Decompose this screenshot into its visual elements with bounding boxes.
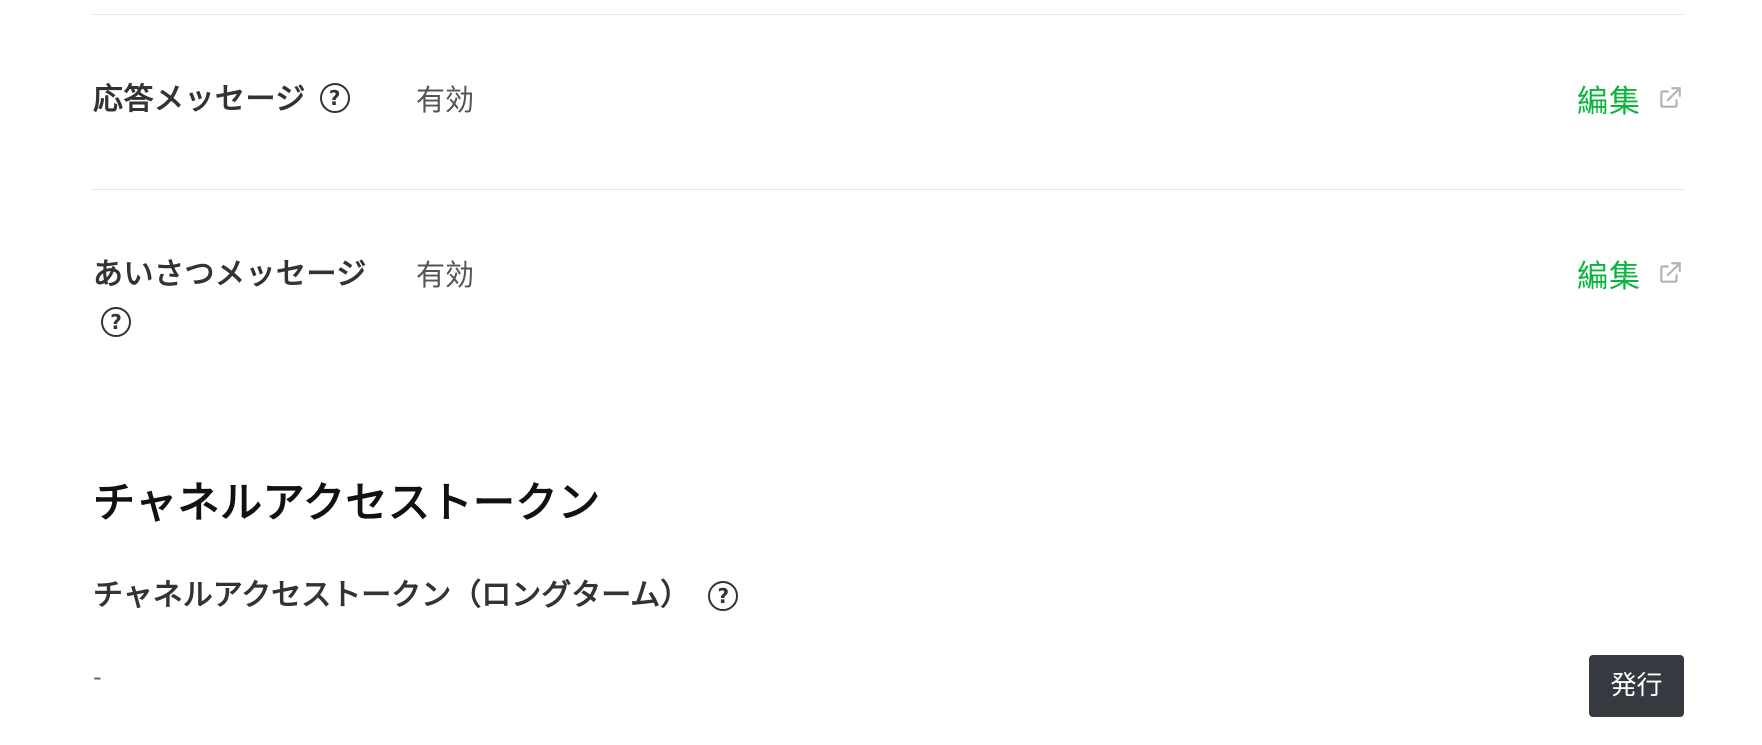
settings-page: 応答メッセージ? 有効 編集 あいさつメッセージ ? 有効 編集 チャネルアクセ…	[0, 0, 1762, 745]
help-icon[interactable]: ?	[708, 581, 739, 611]
edit-link-auto-response[interactable]: 編集	[1577, 80, 1683, 124]
help-icon[interactable]: ?	[101, 307, 131, 337]
section-heading-channel-access-token: チャネルアクセストークン	[93, 478, 601, 527]
setting-label-auto-response: 応答メッセージ?	[93, 78, 350, 122]
setting-value-auto-response: 有効	[416, 83, 475, 117]
token-value: -	[93, 663, 102, 691]
issue-button[interactable]: 発行	[1589, 655, 1684, 717]
subsection-label-text: チャネルアクセストークン（ロングターム）	[93, 578, 691, 613]
divider	[93, 189, 1683, 190]
divider	[93, 14, 1683, 15]
edit-link-label: 編集	[1577, 84, 1641, 120]
setting-label-greeting: あいさつメッセージ	[93, 253, 367, 297]
setting-value-greeting: 有効	[416, 258, 475, 292]
help-icon[interactable]: ?	[319, 82, 350, 113]
setting-label-text: 応答メッセージ	[93, 82, 306, 117]
edit-link-label: 編集	[1577, 259, 1641, 295]
subsection-label-long-term-token: チャネルアクセストークン（ロングターム） ?	[93, 574, 739, 618]
external-link-icon	[1660, 262, 1681, 283]
edit-link-greeting[interactable]: 編集	[1577, 255, 1683, 299]
external-link-icon	[1660, 87, 1681, 108]
setting-label-text: あいさつメッセージ	[93, 257, 367, 292]
